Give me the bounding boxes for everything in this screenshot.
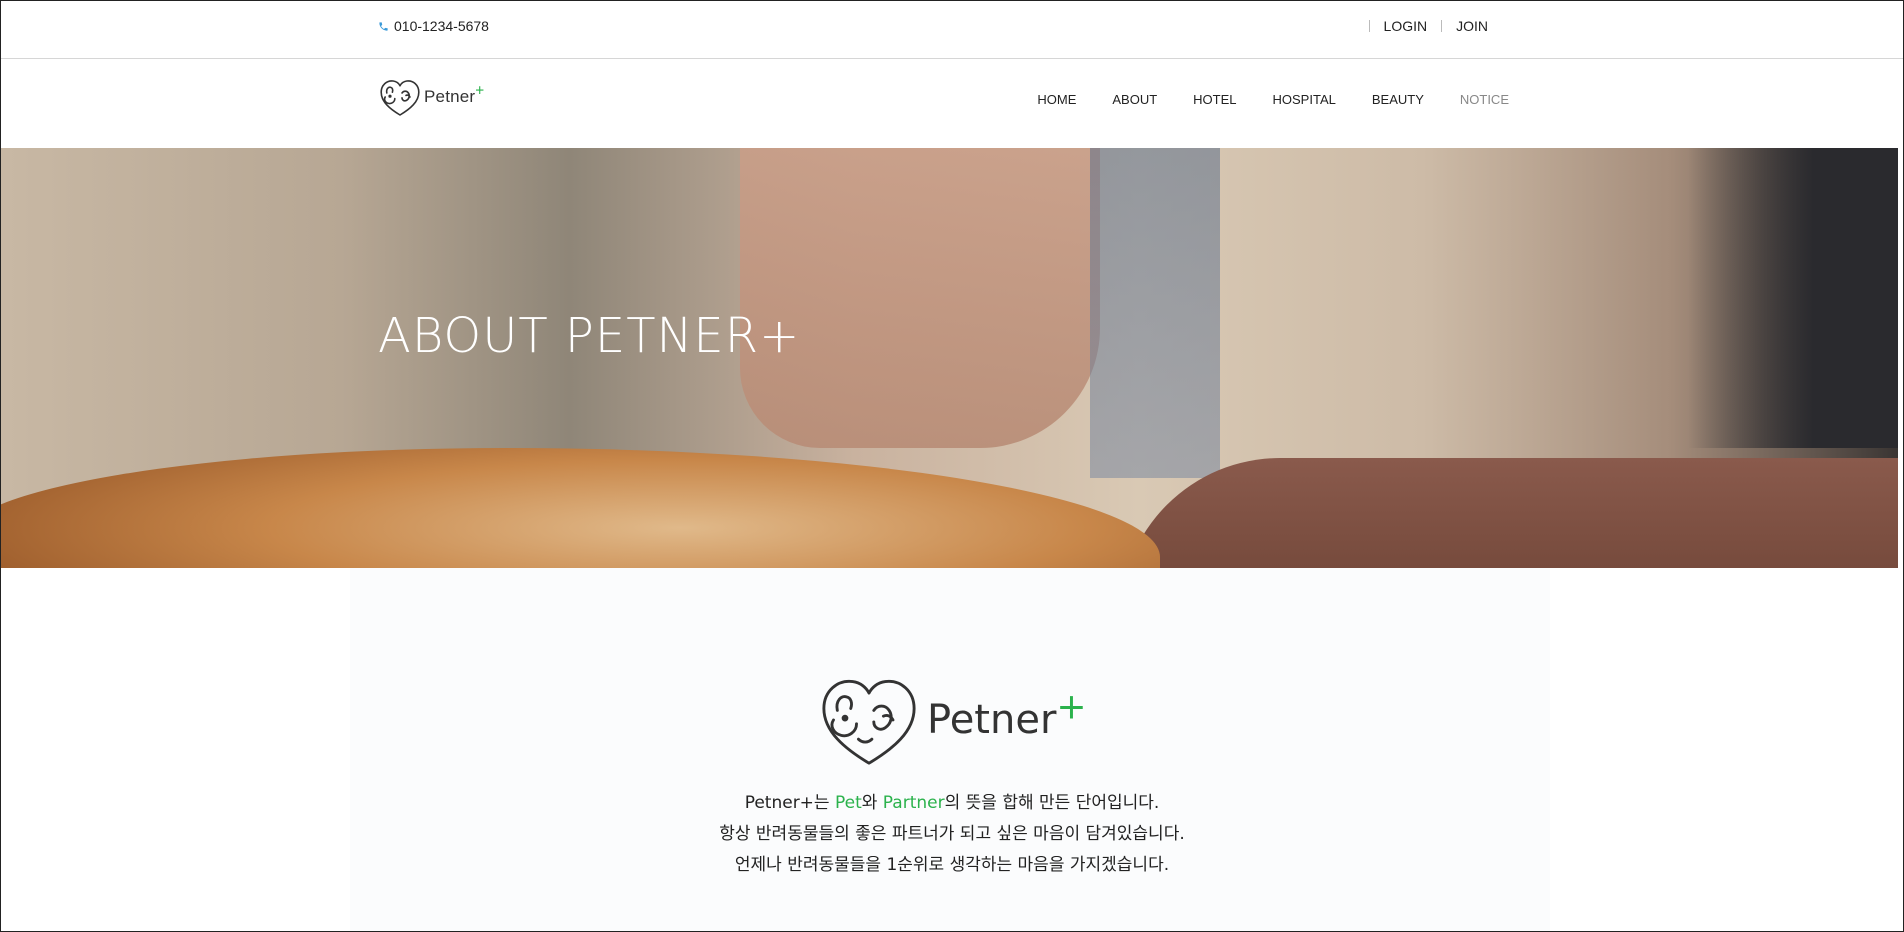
nav-item-hospital[interactable]: HOSPITAL <box>1273 92 1336 107</box>
text-fragment: 의 뜻을 합해 만든 단어입니다. <box>944 793 1160 813</box>
nav-item-beauty[interactable]: BEAUTY <box>1372 92 1424 107</box>
login-link[interactable]: LOGIN <box>1384 18 1428 34</box>
phone-icon <box>379 21 388 31</box>
auth-links: LOGIN JOIN <box>1355 18 1488 34</box>
hero-photo-arm <box>740 148 1100 448</box>
hero-photo-hand <box>1120 458 1898 568</box>
hero-photo-shirt <box>1090 148 1220 478</box>
top-utility-bar: 010-1234-5678 LOGIN JOIN <box>0 0 1904 59</box>
about-logo-wordmark: Petner+ <box>927 686 1087 743</box>
nav-item-hotel[interactable]: HOTEL <box>1193 92 1236 107</box>
divider <box>1368 20 1370 32</box>
nav-menu: HOME ABOUT HOTEL HOSPITAL BEAUTY NOTICE <box>1037 92 1509 107</box>
about-logo: Petner+ <box>815 672 1087 768</box>
phone-number: 010-1234-5678 <box>394 18 489 34</box>
hero-title: ABOUT PETNER+ <box>378 308 801 364</box>
about-line-2: 항상 반려동물들의 좋은 파트너가 되고 싶은 마음이 담겨있습니다. <box>719 824 1185 844</box>
site-logo[interactable]: Petner+ <box>378 77 484 117</box>
join-link[interactable]: JOIN <box>1456 18 1488 34</box>
nav-item-about[interactable]: ABOUT <box>1112 92 1157 107</box>
main-navbar: Petner+ HOME ABOUT HOTEL HOSPITAL BEAUTY… <box>0 59 1904 147</box>
nav-item-notice[interactable]: NOTICE <box>1460 92 1509 107</box>
pet-heart-logo-icon <box>380 80 420 116</box>
logo-wordmark: Petner+ <box>424 82 485 106</box>
highlight-partner: Partner <box>882 793 945 813</box>
about-line-3: 언제나 반려동물들을 1순위로 생각하는 마음을 가지겠습니다. <box>734 855 1170 875</box>
nav-item-home[interactable]: HOME <box>1037 92 1076 107</box>
phone-contact[interactable]: 010-1234-5678 <box>378 18 489 34</box>
divider <box>1441 20 1443 32</box>
about-line-1: Petner+는 Pet와 Partner의 뜻을 합해 만든 단어입니다. <box>0 788 1904 819</box>
hero-photo-shadow <box>1688 148 1898 448</box>
pet-heart-logo-icon <box>822 680 916 765</box>
highlight-pet: Pet <box>834 793 862 813</box>
text-fragment: Petner+는 <box>744 793 835 813</box>
hero-banner: ABOUT PETNER+ <box>0 148 1898 568</box>
hero-photo-paw <box>0 448 1160 568</box>
text-fragment: 와 <box>861 793 883 813</box>
